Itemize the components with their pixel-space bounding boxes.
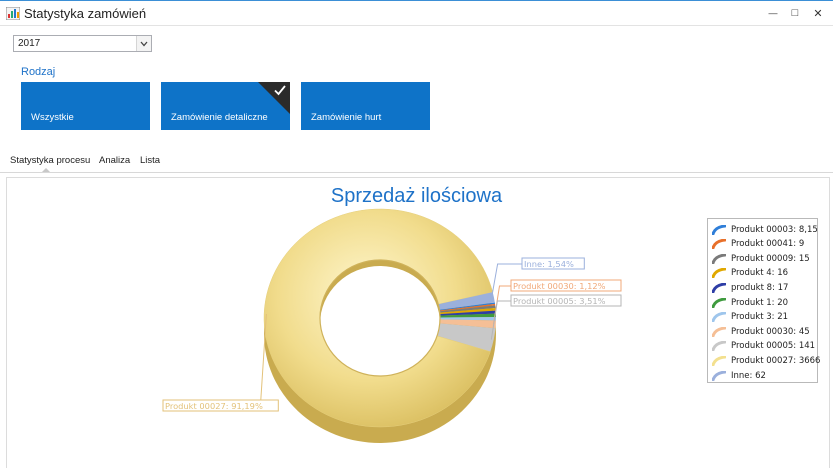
legend-item: Produkt 00041: 9 (712, 238, 804, 251)
slice-label: Produkt 00005: 3,51% (513, 296, 606, 306)
legend-label: Produkt 3: 21 (731, 312, 789, 323)
slice-label-leader (492, 285, 511, 325)
legend-item: Produkt 00005: 141 (712, 340, 815, 353)
legend-item: Produkt 00030: 45 (712, 325, 810, 338)
legend-swatch (712, 370, 726, 381)
legend-item: Produkt 4: 16 (712, 267, 788, 280)
slice-label: Produkt 00027: 91,19% (165, 401, 263, 411)
legend-swatch (712, 224, 726, 235)
legend-item: Produkt 00009: 15 (712, 252, 810, 265)
legend-swatch (712, 312, 726, 323)
legend-swatch (712, 355, 726, 366)
chart-legend: Produkt 00003: 8,15 Produkt 00041: 9 Produ… (707, 218, 820, 383)
slice-label: Produkt 00030: 1,12% (513, 281, 606, 291)
legend-label: Produkt 00009: 15 (731, 253, 810, 264)
legend-swatch (712, 341, 726, 352)
legend-label: Produkt 00003: 8,15 (731, 224, 818, 235)
slice-label: Inne: 1,54% (524, 259, 574, 269)
legend-item: Produkt 00027: 3666 (712, 354, 820, 367)
legend-swatch (712, 282, 726, 293)
legend-label: Produkt 1: 20 (731, 297, 789, 308)
legend-item: Inne: 62 (712, 369, 766, 382)
legend-swatch (712, 297, 726, 308)
legend-item: produkt 8: 17 (712, 281, 788, 294)
legend-label: Produkt 4: 16 (731, 268, 789, 279)
legend-label: Produkt 00030: 45 (731, 326, 810, 337)
legend-label: Produkt 00005: 141 (731, 341, 816, 352)
legend-label: Produkt 00027: 3666 (731, 355, 821, 366)
legend-item: Produkt 00003: 8,15 (712, 223, 818, 236)
legend-label: Inne: 62 (731, 370, 766, 381)
legend-swatch (712, 239, 726, 250)
legend-swatch (712, 268, 726, 279)
legend-item: Produkt 3: 21 (712, 311, 788, 324)
legend-swatch (712, 326, 726, 337)
legend-item: Produkt 1: 20 (712, 296, 788, 309)
legend-label: produkt 8: 17 (731, 282, 789, 293)
legend-label: Produkt 00041: 9 (731, 239, 805, 250)
legend-swatch (712, 253, 726, 264)
